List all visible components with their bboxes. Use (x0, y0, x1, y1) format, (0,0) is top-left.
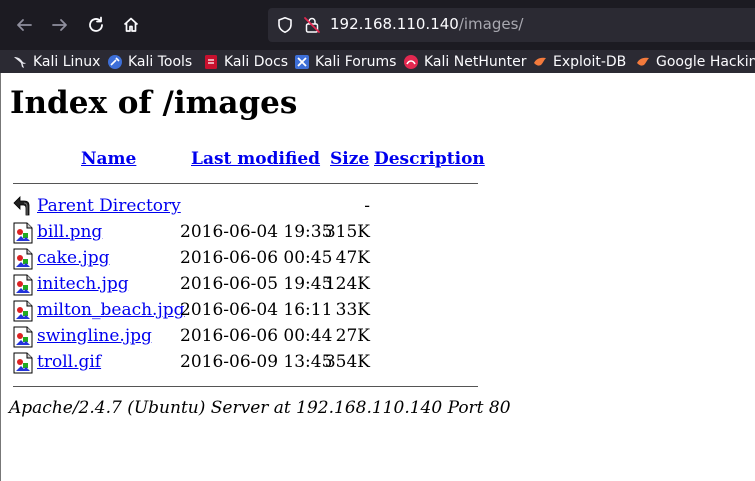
file-link[interactable]: swingline.jpg (37, 326, 152, 346)
file-size: 315K (324, 222, 370, 242)
bookmark-label: Google Hacking (656, 53, 755, 70)
arrow-right-icon (52, 19, 67, 31)
table-row: troll.gif 2016-06-09 13:45 354K (1, 350, 755, 376)
file-size: 354K (324, 352, 370, 372)
image-file-icon (13, 352, 33, 374)
back-arrow-icon (13, 196, 30, 216)
url-bar[interactable]: 192.168.110.140/images/ (268, 8, 755, 42)
home-button[interactable] (117, 11, 145, 39)
file-modified: 2016-06-06 00:45 (180, 248, 333, 268)
kali-nethunter-icon (404, 54, 418, 69)
column-header-name[interactable]: Name (81, 149, 136, 169)
bookmark-kali-tools[interactable]: Kali Tools (107, 50, 192, 73)
kali-forums-icon (295, 54, 309, 69)
file-modified: 2016-06-09 13:45 (180, 352, 333, 372)
file-size: - (364, 196, 370, 216)
kali-docs-icon (205, 54, 217, 69)
file-link[interactable]: troll.gif (37, 352, 101, 372)
google-hacking-icon (637, 57, 649, 66)
insecure-lock-icon[interactable] (303, 16, 321, 34)
file-modified: 2016-06-04 16:11 (180, 300, 333, 320)
file-modified: 2016-06-04 19:35 (180, 222, 333, 242)
image-file-icon (13, 248, 33, 270)
parent-directory-link[interactable]: Parent Directory (37, 196, 181, 216)
file-link[interactable]: bill.png (37, 222, 102, 242)
table-row: swingline.jpg 2016-06-06 00:44 27K (1, 324, 755, 350)
browser-toolbar: 192.168.110.140/images/ (0, 0, 755, 50)
arrow-left-icon (17, 19, 32, 31)
url-text[interactable]: 192.168.110.140/images/ (330, 15, 523, 33)
image-file-icon (13, 300, 33, 322)
bookmark-kali-docs[interactable]: Kali Docs (203, 50, 288, 73)
exploit-db-icon (534, 57, 546, 66)
image-file-icon (13, 274, 33, 296)
column-header-last-modified[interactable]: Last modified (191, 149, 320, 169)
page-content: Index of /images Name Last modified Size… (0, 73, 755, 481)
image-file-icon (13, 222, 33, 244)
file-link[interactable]: initech.jpg (37, 274, 129, 294)
divider-bottom (13, 386, 478, 387)
url-path: /images/ (458, 15, 524, 33)
file-modified: 2016-06-05 19:45 (180, 274, 333, 294)
bookmark-label: Kali Linux (33, 53, 101, 70)
table-row: cake.jpg 2016-06-06 00:45 47K (1, 246, 755, 272)
bookmark-kali-forums[interactable]: Kali Forums (294, 50, 396, 73)
file-size: 33K (335, 300, 370, 320)
bookmark-label: Kali Docs (224, 53, 289, 70)
table-row: milton_beach.jpg 2016-06-04 16:11 33K (1, 298, 755, 324)
file-link[interactable]: cake.jpg (37, 248, 109, 268)
back-button[interactable] (10, 11, 38, 39)
file-size: 27K (335, 326, 370, 346)
bookmark-label: Kali Tools (128, 53, 193, 70)
table-row: initech.jpg 2016-06-05 19:45 124K (1, 272, 755, 298)
column-header-size[interactable]: Size (330, 149, 369, 169)
bookmark-label: Exploit-DB (553, 53, 627, 70)
reload-button[interactable] (82, 11, 110, 39)
forward-button[interactable] (46, 11, 74, 39)
server-signature: Apache/2.4.7 (Ubuntu) Server at 192.168.… (9, 398, 511, 418)
url-host: 192.168.110.140 (330, 15, 459, 33)
image-file-icon (13, 326, 33, 348)
kali-dragon-icon (14, 56, 26, 68)
column-header-description[interactable]: Description (374, 149, 485, 169)
table-row-parent: Parent Directory - (1, 194, 755, 220)
file-modified: 2016-06-06 00:44 (180, 326, 333, 346)
bookmarks-bar: Kali Linux Kali Tools Kali Docs Kali For… (0, 50, 755, 73)
bookmark-kali-nethunter[interactable]: Kali NetHunter (403, 50, 526, 73)
kali-tools-icon (108, 54, 122, 69)
bookmark-google-hacking[interactable]: Google Hacking (635, 50, 755, 73)
reload-icon (89, 16, 103, 32)
table-row: bill.png 2016-06-04 19:35 315K (1, 220, 755, 246)
page-title: Index of /images (10, 85, 298, 121)
file-size: 47K (335, 248, 370, 268)
bookmark-kali-linux[interactable]: Kali Linux (12, 50, 100, 73)
home-icon (123, 17, 139, 32)
shield-icon[interactable] (276, 16, 294, 34)
divider-top (13, 183, 478, 184)
bookmark-label: Kali NetHunter (424, 53, 527, 70)
bookmark-exploit-db[interactable]: Exploit-DB (532, 50, 626, 73)
file-link[interactable]: milton_beach.jpg (37, 300, 185, 320)
file-size: 124K (324, 274, 370, 294)
bookmark-label: Kali Forums (315, 53, 397, 70)
